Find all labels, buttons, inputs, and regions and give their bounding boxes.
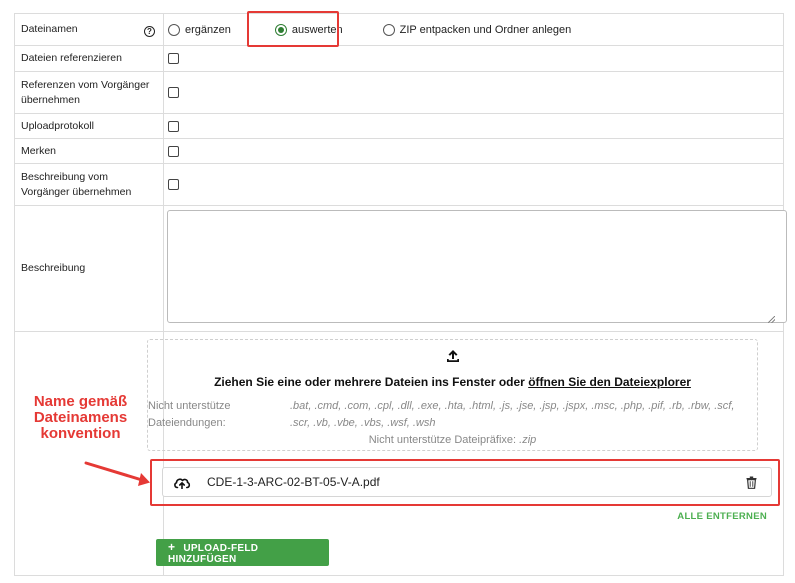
uploaded-file-name: CDE-1-3-ARC-02-BT-05-V-A.pdf [207, 475, 380, 489]
unsupported-extensions-list: .bat, .cmd, .com, .cpl, .dll, .exe, .hta… [290, 400, 735, 429]
add-upload-field-button[interactable]: + UPLOAD-FELD HINZUFÜGEN [156, 539, 329, 566]
label-beschreibung-uebernehmen: Beschreibung vom Vorgänger übernehmen [14, 163, 164, 206]
row-referenzen-uebernehmen: Referenzen vom Vorgänger übernehmen [14, 71, 784, 114]
row-value [163, 163, 784, 206]
unsupported-extensions-label: Nicht unterstütze Dateiendungen: [148, 400, 231, 429]
unsupported-prefix: Nicht unterstütze Dateipräfixe: .zip [148, 434, 757, 446]
trash-icon[interactable] [746, 476, 757, 489]
checkbox-referenzen-uebernehmen[interactable] [168, 87, 179, 99]
label-merken: Merken [14, 138, 164, 164]
label-referenzen-uebernehmen: Referenzen vom Vorgänger übernehmen [14, 71, 164, 114]
radio-ergaenzen[interactable]: ergänzen [168, 23, 231, 36]
row-label: Dateinamen ? [14, 13, 164, 46]
annotation-callout: Name gemäß Dateinamens konvention [18, 394, 143, 442]
annotation-line: Name gemäß [33, 393, 128, 410]
row-value [163, 205, 787, 332]
annotation-line: konvention [40, 425, 121, 442]
radio-auswerten[interactable]: auswerten [274, 23, 343, 36]
annotation-arrow-icon [84, 461, 150, 486]
radio-button[interactable] [168, 23, 180, 36]
unsupported-prefix-label: Nicht unterstütze Dateipräfixe: [368, 434, 517, 446]
remove-all-link[interactable]: ALLE ENTFERNEN [677, 511, 767, 522]
checkbox-uploadprotokoll[interactable] [168, 120, 179, 132]
unsupported-prefix-value: .zip [519, 434, 537, 446]
radio-label: auswerten [291, 23, 343, 36]
cloud-upload-icon [174, 478, 191, 489]
label-dateinamen: Dateinamen [21, 23, 78, 35]
label-uploadprotokoll: Uploadprotokoll [14, 113, 164, 139]
row-uploadprotokoll: Uploadprotokoll [14, 113, 784, 139]
radio-zip-entpacken[interactable]: ZIP entpacken und Ordner anlegen [382, 23, 572, 36]
row-value [163, 45, 784, 72]
drop-instruction: Ziehen Sie eine oder mehrere Dateien ins… [148, 375, 757, 389]
description-textarea[interactable] [167, 210, 787, 323]
open-file-explorer-link[interactable]: öffnen Sie den Dateiexplorer [528, 375, 691, 389]
drop-text: Ziehen Sie eine oder mehrere Dateien ins… [214, 375, 525, 389]
plus-icon: + [168, 540, 176, 554]
row-value [163, 138, 784, 164]
help-icon[interactable]: ? [144, 26, 155, 37]
file-drop-zone[interactable]: Ziehen Sie eine oder mehrere Dateien ins… [147, 339, 758, 451]
row-value: ergänzen auswerten ZIP entpacken und Ord… [163, 13, 784, 46]
upload-label-cell [14, 331, 164, 576]
checkbox-beschreibung-uebernehmen[interactable] [168, 179, 179, 191]
row-dateinamen: Dateinamen ? ergänzen auswerten ZIP entp… [14, 13, 784, 46]
row-beschreibung: Beschreibung [14, 205, 787, 332]
annotation-line: Dateinamens [33, 409, 128, 426]
filename-mode-radio-group: ergänzen auswerten ZIP entpacken und Ord… [168, 23, 779, 36]
add-upload-field-label: UPLOAD-FELD HINZUFÜGEN [168, 543, 259, 565]
checkbox-merken[interactable] [168, 145, 179, 157]
row-dateien-referenzieren: Dateien referenzieren [14, 45, 784, 72]
row-beschreibung-uebernehmen: Beschreibung vom Vorgänger übernehmen [14, 163, 784, 206]
row-merken: Merken [14, 138, 784, 164]
row-value [163, 71, 784, 114]
uploaded-file-item: CDE-1-3-ARC-02-BT-05-V-A.pdf [162, 467, 772, 497]
radio-label: ZIP entpacken und Ordner anlegen [399, 23, 572, 36]
radio-label: ergänzen [185, 23, 231, 36]
radio-button-checked[interactable] [274, 23, 287, 36]
checkbox-dateien-referenzieren[interactable] [168, 53, 179, 65]
radio-button[interactable] [382, 23, 395, 36]
label-dateien-referenzieren: Dateien referenzieren [14, 45, 164, 72]
label-beschreibung: Beschreibung [14, 205, 164, 332]
row-value [163, 113, 784, 139]
upload-icon [447, 350, 459, 362]
resize-handle-icon[interactable] [768, 316, 775, 323]
